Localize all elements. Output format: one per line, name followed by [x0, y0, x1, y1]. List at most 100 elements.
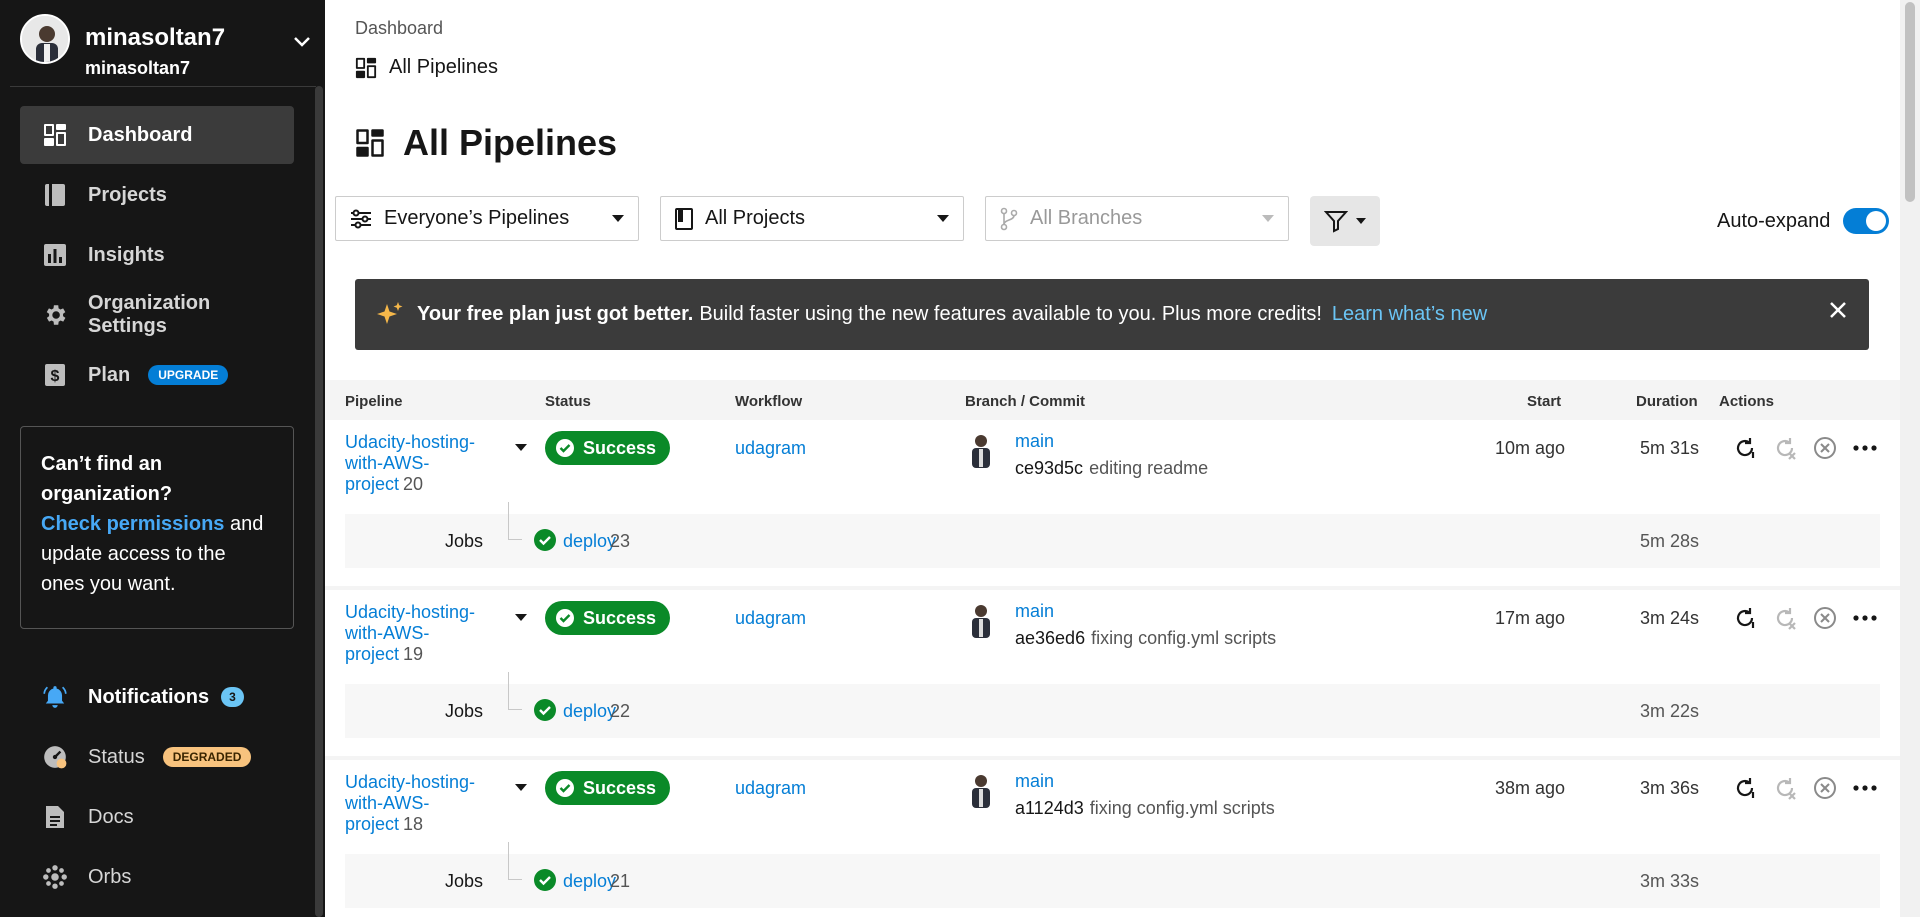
expand-caret-icon[interactable]: [515, 444, 527, 451]
job-link[interactable]: deploy: [563, 871, 616, 892]
job-number: 23: [610, 531, 631, 551]
caret-down-icon: [1356, 218, 1366, 224]
cancel-icon[interactable]: [1805, 436, 1845, 460]
status-badge[interactable]: Success: [545, 771, 671, 805]
more-options-icon[interactable]: [1845, 444, 1885, 452]
commit-message: editing readme: [1089, 458, 1209, 478]
branches-filter-dropdown[interactable]: All Branches: [985, 196, 1289, 241]
pipelines-filter-dropdown[interactable]: Everyone’s Pipelines: [335, 196, 639, 241]
pipeline-link[interactable]: Udacity-hosting-with-AWS-project 20: [345, 432, 495, 495]
page-title-text: All Pipelines: [403, 122, 618, 163]
status-badge[interactable]: Success: [545, 431, 671, 465]
duration: 5m 31s: [1639, 438, 1699, 458]
sidebar-item-label: Projects: [88, 183, 167, 206]
sidebar-scrollbar[interactable]: [315, 86, 323, 917]
pipeline-link[interactable]: Udacity-hosting-with-AWS-project 18: [345, 772, 495, 835]
sidebar-item-orbs[interactable]: Orbs: [20, 848, 294, 906]
rerun-icon[interactable]: [1725, 606, 1765, 630]
row-separator: [325, 756, 1900, 760]
job-duration: 5m 28s: [1639, 531, 1699, 551]
divider: [10, 86, 316, 87]
dashboard-icon: [355, 57, 377, 79]
check-circle-icon: [533, 528, 557, 557]
sidebar-item-label: Status: [88, 745, 145, 768]
breadcrumb-root[interactable]: Dashboard: [355, 18, 443, 39]
check-circle-icon: [533, 698, 557, 727]
rerun-icon[interactable]: [1725, 776, 1765, 800]
commit-sha[interactable]: ae36ed6: [1015, 628, 1085, 648]
pipeline-link[interactable]: Udacity-hosting-with-AWS-project 19: [345, 602, 495, 665]
header-branch-commit: Branch / Commit: [965, 393, 1086, 410]
jobs-label: Jobs: [445, 871, 484, 891]
status-badge[interactable]: Success: [545, 601, 671, 635]
gear-icon: [42, 302, 68, 328]
git-branch-icon: [1000, 207, 1018, 231]
page-scrollbar[interactable]: [1900, 0, 1920, 917]
job-number: 21: [610, 871, 631, 891]
status-label: Success: [583, 437, 657, 458]
job-link[interactable]: deploy: [563, 701, 616, 722]
gauge-icon: [42, 744, 68, 770]
duration: 3m 24s: [1639, 608, 1699, 628]
rerun-failed-icon[interactable]: [1765, 606, 1805, 630]
expand-caret-icon[interactable]: [515, 784, 527, 791]
workflow-link[interactable]: udagram: [735, 438, 806, 459]
auto-expand-toggle[interactable]: [1843, 208, 1889, 234]
sidebar-item-status[interactable]: Status DEGRADED: [20, 728, 294, 786]
header-start: Start: [1527, 393, 1562, 410]
avatar: [967, 772, 995, 808]
sidebar-item-organization-settings[interactable]: Organization Settings: [20, 286, 294, 344]
tree-connector: [508, 842, 522, 880]
sidebar-item-dashboard[interactable]: Dashboard: [20, 106, 294, 164]
branch-link[interactable]: main: [1015, 601, 1054, 622]
upgrade-badge[interactable]: UPGRADE: [148, 365, 229, 385]
workflow-link[interactable]: udagram: [735, 778, 806, 799]
check-permissions-link[interactable]: Check permissions: [41, 513, 224, 535]
sidebar-item-label: Notifications: [88, 685, 210, 708]
auto-expand-label: Auto-expand: [1717, 210, 1831, 232]
chevron-down-icon[interactable]: [294, 34, 310, 52]
more-options-icon[interactable]: [1845, 784, 1885, 792]
sidebar-item-docs[interactable]: Docs: [20, 788, 294, 846]
expand-caret-icon[interactable]: [515, 614, 527, 621]
sidebar-item-label: Orbs: [88, 865, 132, 888]
rerun-icon[interactable]: [1725, 436, 1765, 460]
branch-link[interactable]: main: [1015, 771, 1054, 792]
scrollbar-thumb[interactable]: [1905, 2, 1915, 202]
workflow-link[interactable]: udagram: [735, 608, 806, 629]
bell-icon: [42, 684, 68, 710]
callout-heading: Can’t find an organization?: [41, 453, 173, 505]
sidebar-item-notifications[interactable]: Notifications 3: [20, 668, 294, 726]
rerun-failed-icon[interactable]: [1765, 436, 1805, 460]
filter-button[interactable]: [1310, 196, 1380, 246]
sidebar: minasoltan7 minasoltan7 Dashboard Projec…: [0, 0, 325, 917]
cancel-icon[interactable]: [1805, 606, 1845, 630]
rerun-failed-icon[interactable]: [1765, 776, 1805, 800]
sidebar-item-plan[interactable]: $ Plan UPGRADE: [20, 346, 294, 404]
more-options-icon[interactable]: [1845, 614, 1885, 622]
caret-down-icon: [937, 215, 949, 222]
job-duration: 3m 33s: [1639, 871, 1699, 891]
header-workflow: Workflow: [735, 393, 803, 410]
sidebar-item-projects[interactable]: Projects: [20, 166, 294, 224]
promo-banner: Your free plan just got better. Build fa…: [355, 279, 1869, 350]
check-circle-icon: [555, 608, 575, 628]
commit-sha[interactable]: ce93d5c: [1015, 458, 1083, 478]
book-icon: [675, 207, 693, 230]
sidebar-item-insights[interactable]: Insights: [20, 226, 294, 284]
main-content: Dashboard All Pipelines All Pipelines Ev…: [325, 0, 1920, 917]
document-icon: [42, 804, 68, 830]
cancel-icon[interactable]: [1805, 776, 1845, 800]
commit-sha[interactable]: a1124d3: [1015, 798, 1084, 818]
learn-whats-new-link[interactable]: Learn what’s new: [1332, 303, 1487, 326]
projects-filter-dropdown[interactable]: All Projects: [660, 196, 964, 241]
funnel-icon: [1324, 209, 1348, 233]
org-switcher[interactable]: minasoltan7 minasoltan7: [20, 14, 310, 78]
sidebar-item-label: Organization Settings: [88, 292, 211, 337]
branch-link[interactable]: main: [1015, 431, 1054, 452]
job-link[interactable]: deploy: [563, 531, 616, 552]
avatar: [967, 432, 995, 468]
dollar-icon: $: [42, 362, 68, 388]
orbs-icon: [42, 864, 68, 890]
close-icon[interactable]: [1829, 301, 1847, 325]
